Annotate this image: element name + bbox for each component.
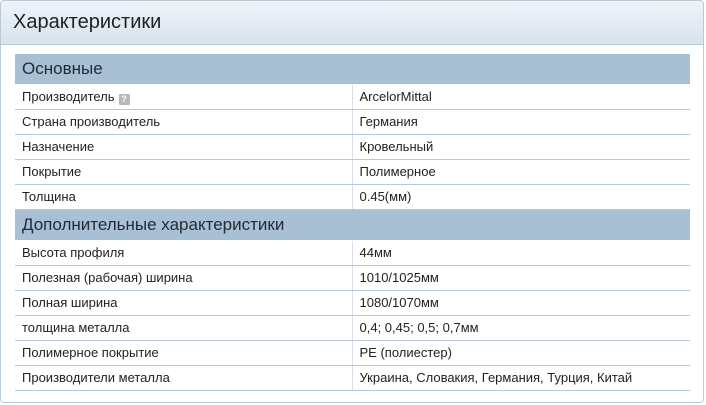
specifications-panel: Характеристики Основные Производитель? A…: [0, 0, 704, 403]
spec-key: Высота профиля: [15, 240, 353, 266]
spec-value: ArcelorMittal: [352, 84, 691, 110]
panel-title: Характеристики: [1, 1, 703, 45]
table-row: Полезная (рабочая) ширина 1010/1025мм: [15, 265, 691, 291]
spec-value: Украина, Словакия, Германия, Турция, Кит…: [352, 365, 691, 391]
table-row: толщина металла 0,4; 0,45; 0,5; 0,7мм: [15, 315, 691, 341]
table-row: Страна производитель Германия: [15, 109, 691, 135]
spec-key-label: Производитель: [22, 89, 115, 104]
spec-key: Покрытие: [15, 159, 353, 185]
section-title: Основные: [15, 54, 691, 85]
table-row: Производители металла Украина, Словакия,…: [15, 365, 691, 391]
table-row: Толщина 0.45(мм): [15, 184, 691, 210]
table-row: Назначение Кровельный: [15, 134, 691, 160]
spec-value: Полимерное: [352, 159, 691, 185]
spec-value: 0.45(мм): [352, 184, 691, 210]
spec-value: 1080/1070мм: [352, 290, 691, 316]
spec-key: Полезная (рабочая) ширина: [15, 265, 353, 291]
spec-value: 1010/1025мм: [352, 265, 691, 291]
spec-key: толщина металла: [15, 315, 353, 341]
table-row: Покрытие Полимерное: [15, 159, 691, 185]
table-row: Высота профиля 44мм: [15, 240, 691, 266]
spec-value: Кровельный: [352, 134, 691, 160]
spec-key: Производители металла: [15, 365, 353, 391]
spec-value: 0,4; 0,45; 0,5; 0,7мм: [352, 315, 691, 341]
spec-key: Страна производитель: [15, 109, 353, 135]
spec-key: Полная ширина: [15, 290, 353, 316]
specifications-table: Основные Производитель? ArcelorMittal Ст…: [15, 54, 691, 391]
spec-key: Полимерное покрытие: [15, 340, 353, 366]
section-header-main: Основные: [15, 54, 691, 85]
spec-key: Толщина: [15, 184, 353, 210]
spec-value: Германия: [352, 109, 691, 135]
spec-key: Производитель?: [15, 84, 353, 110]
spec-value: 44мм: [352, 240, 691, 266]
panel-body: Основные Производитель? ArcelorMittal Ст…: [1, 45, 703, 391]
section-title: Дополнительные характеристики: [15, 209, 691, 241]
question-mark-icon[interactable]: ?: [118, 94, 130, 105]
section-header-additional: Дополнительные характеристики: [15, 209, 691, 241]
table-row: Полная ширина 1080/1070мм: [15, 290, 691, 316]
spec-value: PE (полиестер): [352, 340, 691, 366]
table-row: Полимерное покрытие PE (полиестер): [15, 340, 691, 366]
table-row: Производитель? ArcelorMittal: [15, 84, 691, 110]
spec-key: Назначение: [15, 134, 353, 160]
